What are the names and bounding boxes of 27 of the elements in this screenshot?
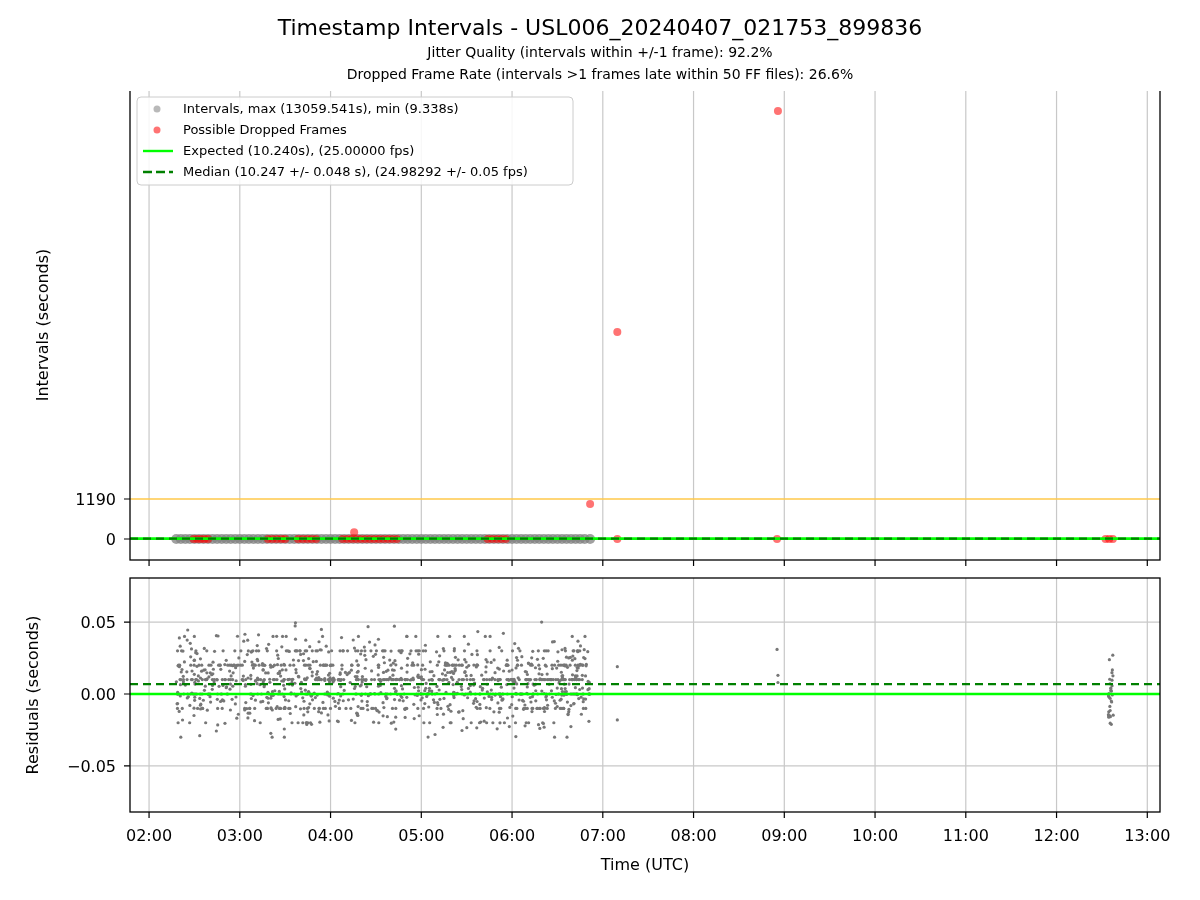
x-tick-label: 03:00 (216, 826, 263, 845)
x-axis-label: Time (UTC) (600, 855, 690, 874)
figure-title: Timestamp Intervals - USL006_20240407_021753_899836 (277, 15, 923, 41)
x-tick-label: 02:00 (126, 826, 173, 845)
x-tick-label: 13:00 (1124, 826, 1171, 845)
x-tick-label: 08:00 (670, 826, 717, 845)
x-tick-label: 09:00 (761, 826, 808, 845)
y-tick-label: 0.05 (80, 613, 116, 633)
y-tick-label: −0.05 (66, 756, 116, 776)
x-tick-label: 11:00 (942, 826, 989, 845)
x-tick-label: 10:00 (852, 826, 899, 845)
y-tick-label: 0 (105, 530, 116, 549)
legend-label: Median (10.247 +/- 0.048 s), (24.98292 +/- 0.05 fps) (183, 164, 528, 179)
legend-label: Intervals, max (13059.541s), min (9.338s) (183, 101, 459, 116)
x-tick-label: 04:00 (307, 826, 354, 845)
x-tick-label: 06:00 (489, 826, 536, 845)
x-tick-label: 05:00 (398, 826, 445, 845)
y-tick-label: 0.00 (80, 685, 116, 704)
legend-label: Possible Dropped Frames (183, 122, 347, 137)
y-axis-label: Residuals (seconds) (23, 615, 42, 775)
x-tick-label: 12:00 (1033, 826, 1080, 845)
figure-subtitle: Dropped Frame Rate (intervals >1 frames late within 50 FF files): 26.6% (346, 65, 854, 84)
y-tick-label: 1190 (75, 490, 116, 509)
x-tick-label: 07:00 (579, 826, 626, 845)
legend-label: Expected (10.240s), (25.00000 fps) (183, 143, 415, 158)
figure-subtitle: Jitter Quality (intervals within +/-1 frame): 92.2% (427, 43, 773, 62)
y-axis-label: Intervals (seconds) (33, 248, 52, 402)
